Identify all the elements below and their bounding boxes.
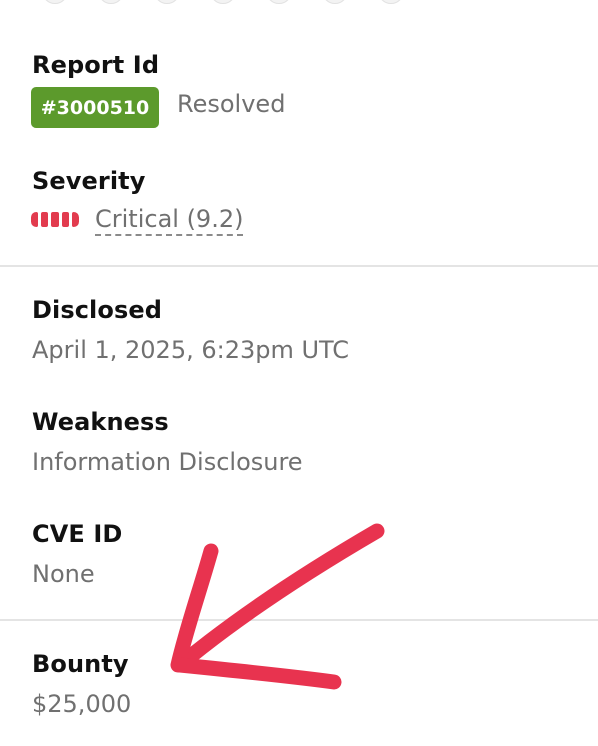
avatar[interactable] [154, 0, 180, 4]
bounty-label: Bounty [32, 650, 129, 678]
section-divider [0, 619, 598, 621]
report-id-label: Report Id [32, 51, 160, 79]
severity-meter [31, 212, 80, 227]
avatar[interactable] [322, 0, 348, 4]
report-status: Resolved [177, 90, 286, 118]
severity-label: Severity [32, 167, 146, 195]
avatar[interactable] [42, 0, 68, 4]
disclosed-value: April 1, 2025, 6:23pm UTC [32, 336, 350, 364]
severity-bar [61, 212, 69, 227]
participant-avatars [42, 0, 422, 4]
bounty-value: $25,000 [32, 690, 132, 718]
avatar[interactable] [266, 0, 292, 4]
avatar[interactable] [98, 0, 124, 4]
weakness-value[interactable]: Information Disclosure [32, 448, 303, 476]
report-id-badge[interactable]: #3000510 [31, 87, 159, 128]
severity-bar [51, 212, 59, 227]
cve-id-value: None [32, 560, 95, 588]
avatar[interactable] [378, 0, 404, 4]
severity-bar [41, 212, 49, 227]
section-divider [0, 265, 598, 267]
weakness-label: Weakness [32, 408, 169, 436]
severity-bar [31, 212, 39, 227]
cve-id-label: CVE ID [32, 520, 123, 548]
severity-score[interactable]: Critical (9.2) [95, 205, 244, 236]
disclosed-label: Disclosed [32, 296, 163, 324]
severity-bar [71, 212, 80, 227]
avatar[interactable] [210, 0, 236, 4]
